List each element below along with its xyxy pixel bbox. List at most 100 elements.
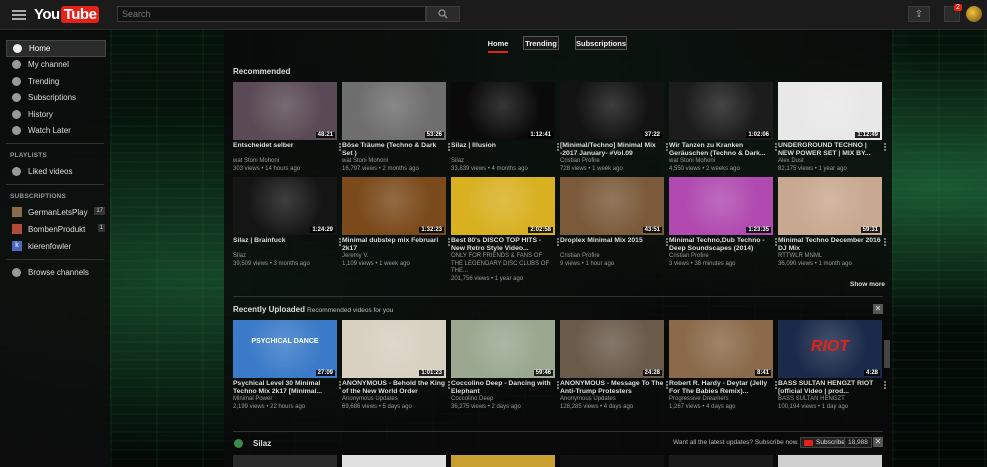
more-actions-icon[interactable] xyxy=(339,381,341,389)
video-thumbnail[interactable]: 1:24:29 xyxy=(233,177,337,235)
video-thumbnail[interactable] xyxy=(560,455,664,467)
more-actions-icon[interactable] xyxy=(775,238,777,246)
video-thumbnail[interactable]: 59:46 xyxy=(451,320,555,378)
video-thumbnail[interactable] xyxy=(451,455,555,467)
video-thumbnail[interactable]: 1:01:23 xyxy=(342,320,446,378)
dismiss-channel-shelf-button[interactable]: ✕ xyxy=(873,437,883,447)
upload-button[interactable]: ⇪ xyxy=(908,6,930,22)
video-card[interactable]: 59:46 Coccolino Deep - Dancing with Eleph… xyxy=(451,320,559,411)
video-thumbnail[interactable]: 53:26 xyxy=(342,82,446,140)
video-thumbnail[interactable]: 1:12:49 xyxy=(778,82,882,140)
channel-shelf-title[interactable]: Silaz xyxy=(253,439,271,448)
video-title[interactable]: BASS SULTAN HENGZT RIOT [official Video … xyxy=(778,380,882,396)
sidebar-item-history[interactable]: History xyxy=(0,106,110,123)
video-title[interactable]: Best 80's DISCO TOP HITS - New Retro Sty… xyxy=(451,237,555,253)
video-card[interactable]: 1:32:23 Minimal dubstep mix Februari 2k17… xyxy=(342,177,450,283)
sidebar-subscription-germanletsplay[interactable]: GermanLetsPlay 17 xyxy=(0,204,110,221)
video-channel[interactable]: wat Stoni Mohoni xyxy=(233,158,337,166)
more-actions-icon[interactable] xyxy=(666,238,668,246)
search-input[interactable]: Search xyxy=(117,6,426,22)
more-actions-icon[interactable] xyxy=(557,238,559,246)
shelf-scrollbar[interactable] xyxy=(884,340,890,368)
sidebar-item-my-channel[interactable]: My channel xyxy=(0,57,110,74)
more-actions-icon[interactable] xyxy=(666,381,668,389)
video-channel[interactable]: Silaz xyxy=(451,158,555,166)
guide-menu-icon[interactable] xyxy=(12,9,26,20)
video-title[interactable]: Entscheidet selber xyxy=(233,142,337,158)
sidebar-item-liked-videos[interactable]: Liked videos xyxy=(0,163,110,180)
video-channel[interactable]: Anonymous Updates xyxy=(560,396,664,404)
more-actions-icon[interactable] xyxy=(339,238,341,246)
video-card[interactable]: 1:02:06 Wir Tanzen zu Kranken Geräuschen … xyxy=(669,82,777,173)
sidebar-item-home[interactable]: Home xyxy=(6,40,106,57)
video-channel[interactable]: wat Stoni Mohoni xyxy=(669,158,773,166)
user-avatar[interactable] xyxy=(966,6,982,22)
sidebar-subscription-bombenprodukt[interactable]: BombenProdukt 1 xyxy=(0,221,110,238)
sidebar-item-subscriptions[interactable]: Subscriptions xyxy=(0,90,110,107)
recommended-heading[interactable]: Recommended xyxy=(233,67,290,76)
video-title[interactable]: Silaz | Illusion xyxy=(451,142,555,158)
video-title[interactable]: Droplex Minimal Mix 2015 xyxy=(560,237,664,253)
video-thumbnail[interactable] xyxy=(342,455,446,467)
subscribe-button[interactable]: Subscribe xyxy=(800,437,849,448)
video-title[interactable]: [Minimal/Techno] Minimal Mix -2017 Janua… xyxy=(560,142,664,158)
video-title[interactable]: Wir Tanzen zu Kranken Geräuschen (Techno… xyxy=(669,142,773,158)
video-title[interactable]: ANONYMOUS - Behold the King of the New W… xyxy=(342,380,446,396)
video-thumbnail[interactable]: PSYCHICAL DANCE 27:09 xyxy=(233,320,337,378)
tab-home[interactable]: Home xyxy=(486,36,510,50)
video-thumbnail[interactable]: 1:23:35 xyxy=(669,177,773,235)
video-thumbnail[interactable]: 2:02:58 xyxy=(451,177,555,235)
video-card[interactable]: 8:41 Robert R. Hardy - Deytar (Jelly For … xyxy=(669,320,777,411)
video-thumbnail[interactable]: 24:28 xyxy=(560,320,664,378)
video-thumbnail[interactable]: 48:21 xyxy=(233,82,337,140)
video-thumbnail[interactable]: 8:41 xyxy=(669,320,773,378)
more-actions-icon[interactable] xyxy=(557,381,559,389)
video-title[interactable]: Psychical Level 30 Minimal Techno Mix 2k… xyxy=(233,380,337,396)
video-title[interactable]: Minimal Techno,Dub Techno - Deep Soundsc… xyxy=(669,237,773,253)
more-actions-icon[interactable] xyxy=(884,143,886,151)
video-thumbnail[interactable]: RIOT 4:28 xyxy=(778,320,882,378)
video-channel[interactable]: Silaz xyxy=(233,253,337,261)
video-channel[interactable]: Cristian Profire xyxy=(560,158,664,166)
more-actions-icon[interactable] xyxy=(448,143,450,151)
video-title[interactable]: ANONYMOUS - Message To The Anti-Trump Pr… xyxy=(560,380,664,396)
video-thumbnail[interactable]: 59:31 xyxy=(778,177,882,235)
video-title[interactable]: UNDERGROUND TECHNO | NEW POWER SET | MIX… xyxy=(778,142,882,158)
video-channel[interactable]: Cristian Profire xyxy=(560,253,664,261)
video-title[interactable]: Minimal Techno December 2016 DJ Mix xyxy=(778,237,882,253)
video-card[interactable]: 37:22 [Minimal/Techno] Minimal Mix -2017 … xyxy=(560,82,668,173)
dismiss-shelf-button[interactable]: ✕ xyxy=(873,304,883,314)
video-channel[interactable]: Cristian Profire xyxy=(669,253,773,261)
video-card[interactable]: 43:51 Droplex Minimal Mix 2015 Cristian Pr… xyxy=(560,177,668,283)
video-thumbnail[interactable]: 43:51 xyxy=(560,177,664,235)
video-thumbnail[interactable]: 1:12:41 xyxy=(451,82,555,140)
youtube-logo[interactable]: You Tube xyxy=(34,6,100,23)
recently-uploaded-title[interactable]: Recently Uploaded xyxy=(233,305,305,314)
video-channel[interactable]: RTTWLR MNML xyxy=(778,253,882,261)
more-actions-icon[interactable] xyxy=(666,143,668,151)
video-channel[interactable]: Minimal Power xyxy=(233,396,337,404)
more-actions-icon[interactable] xyxy=(339,143,341,151)
video-title[interactable]: Robert R. Hardy - Deytar (Jelly For The … xyxy=(669,380,773,396)
video-channel[interactable]: wat Stoni Mohoni xyxy=(342,158,446,166)
video-card[interactable]: 1:12:49 UNDERGROUND TECHNO | NEW POWER SE… xyxy=(778,82,886,173)
video-card[interactable]: 1:23:35 Minimal Techno,Dub Techno - Deep … xyxy=(669,177,777,283)
tab-subscriptions[interactable]: Subscriptions xyxy=(575,36,627,50)
video-thumbnail[interactable] xyxy=(778,455,882,467)
video-thumbnail[interactable]: 1:02:06 xyxy=(669,82,773,140)
more-actions-icon[interactable] xyxy=(884,238,886,246)
video-card[interactable]: 2:02:58 Best 80's DISCO TOP HITS - New Re… xyxy=(451,177,559,283)
video-thumbnail[interactable] xyxy=(669,455,773,467)
more-actions-icon[interactable] xyxy=(448,381,450,389)
video-title[interactable]: Silaz | Brainfuck xyxy=(233,237,337,253)
video-card[interactable]: RIOT 4:28 BASS SULTAN HENGZT RIOT [officia… xyxy=(778,320,886,411)
more-actions-icon[interactable] xyxy=(448,238,450,246)
video-channel[interactable]: Progressive Dreamers xyxy=(669,396,773,404)
more-actions-icon[interactable] xyxy=(884,381,886,389)
more-actions-icon[interactable] xyxy=(557,143,559,151)
video-card[interactable]: 1:01:23 ANONYMOUS - Behold the King of th… xyxy=(342,320,450,411)
tab-trending[interactable]: Trending xyxy=(523,36,559,50)
sidebar-item-trending[interactable]: Trending xyxy=(0,73,110,90)
video-card[interactable]: 48:21 Entscheidet selber wat Stoni Mohoni 3… xyxy=(233,82,341,173)
video-channel[interactable]: BASS SULTAN HENGZT xyxy=(778,396,882,404)
